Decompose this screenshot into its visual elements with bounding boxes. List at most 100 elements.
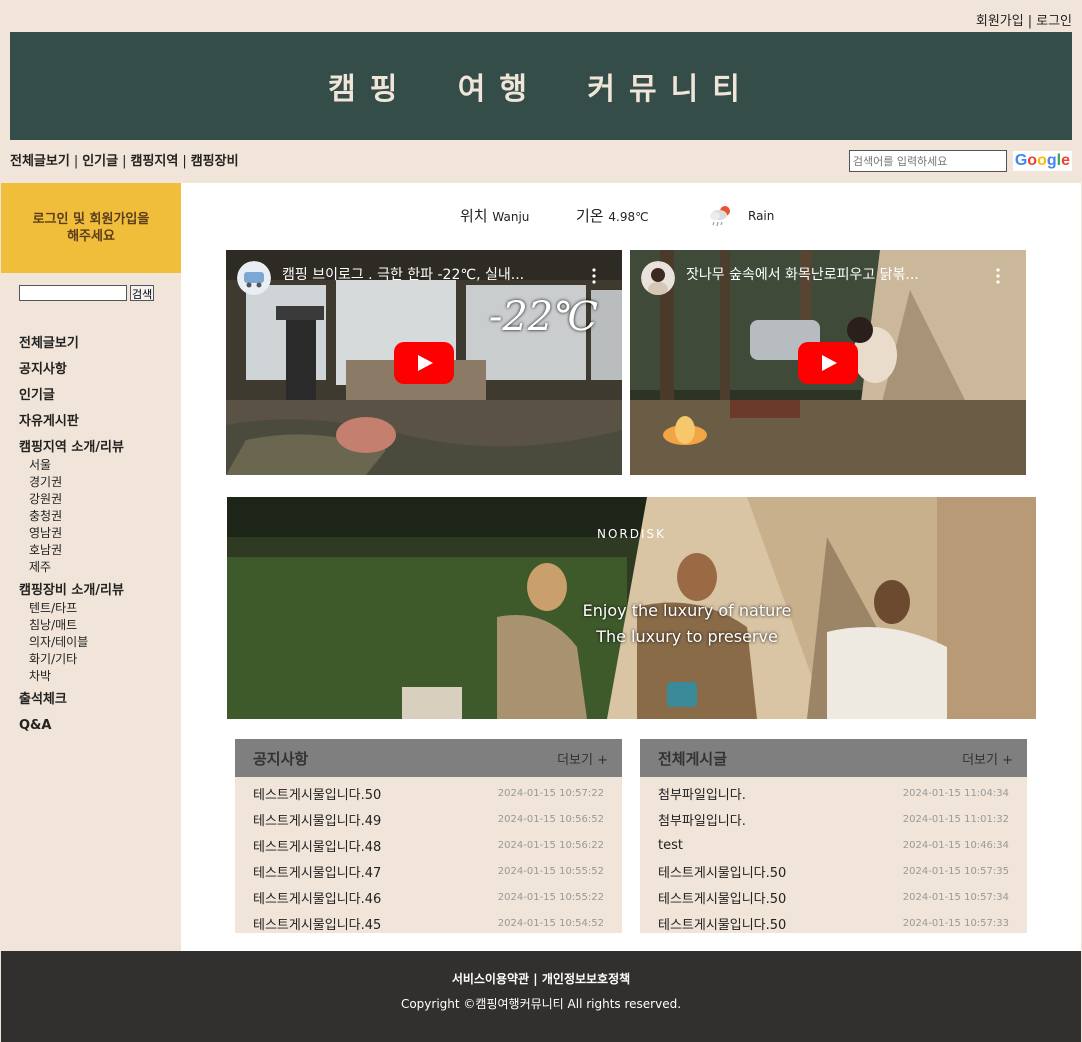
- weather-location: 위치 Wanju: [460, 205, 529, 226]
- sidebar-item-all[interactable]: 전체글보기: [19, 331, 181, 357]
- sidebar-item-popular[interactable]: 인기글: [19, 383, 181, 409]
- video-2-title[interactable]: 잣나무 숲속에서 화목난로피우고 닭볶...: [686, 264, 986, 284]
- youtube-video-2[interactable]: 잣나무 숲속에서 화목난로피우고 닭볶...: [630, 250, 1026, 475]
- channel-avatar-1[interactable]: [237, 261, 271, 295]
- login-prompt-box[interactable]: 로그인 및 회원가입을 해주세요: [1, 183, 181, 273]
- sidebar-subitem-chair-table[interactable]: 의자/테이블: [29, 634, 181, 651]
- sidebar-item-attendance[interactable]: 출석체크: [19, 687, 181, 713]
- post-title[interactable]: 첨부파일입니다.: [658, 784, 746, 803]
- sidebar-item-notice[interactable]: 공지사항: [19, 357, 181, 383]
- post-title[interactable]: 첨부파일입니다.: [658, 810, 746, 829]
- nav-camping-gear[interactable]: 캠핑장비: [191, 154, 239, 169]
- sidebar-item-free-board[interactable]: 자유게시판: [19, 409, 181, 435]
- post-title[interactable]: 테스트게시물입니다.49: [253, 810, 381, 829]
- list-item[interactable]: 테스트게시물입니다.46 2024-01-15 10:55:22: [253, 884, 604, 910]
- all-post-list: 첨부파일입니다. 2024-01-15 11:04:34 첨부파일입니다. 2024…: [640, 777, 1027, 936]
- video-1-overlay-text: -22℃: [488, 294, 598, 340]
- site-banner[interactable]: 캠핑 여행 커뮤니티: [10, 32, 1072, 140]
- weather-location-label: 위치: [460, 207, 488, 225]
- sidebar-subitem-gyeonggi[interactable]: 경기권: [29, 474, 181, 491]
- main-content: 위치 Wanju 기온 4.98℃ Rain -22℃ 캠핑 브이로그 . 극한…: [181, 183, 1081, 951]
- post-date: 2024-01-15 10:56:22: [497, 839, 604, 851]
- post-title[interactable]: 테스트게시물입니다.48: [253, 836, 381, 855]
- sidebar-subitem-honam[interactable]: 호남권: [29, 542, 181, 559]
- list-item[interactable]: 테스트게시물입니다.45 2024-01-15 10:54:52: [253, 910, 604, 936]
- sidebar-subitem-car-camping[interactable]: 차박: [29, 668, 181, 685]
- main-nav: 전체글보기 | 인기글 | 캠핑지역 | 캠핑장비: [10, 150, 239, 169]
- google-search-button[interactable]: Google: [1012, 151, 1072, 171]
- post-date: 2024-01-15 10:55:52: [497, 865, 604, 877]
- sidebar-item-gear: 캠핑장비 소개/리뷰 텐트/타프 침낭/매트 의자/테이블 화기/기타 차박: [19, 578, 181, 685]
- privacy-link[interactable]: 개인정보보호정책: [542, 972, 630, 986]
- post-date: 2024-01-15 10:56:52: [497, 813, 604, 825]
- list-item[interactable]: 첨부파일입니다. 2024-01-15 11:01:32: [658, 806, 1009, 832]
- sidebar-item-region-label[interactable]: 캠핑지역 소개/리뷰: [19, 440, 124, 455]
- google-logo-letter: G: [1014, 152, 1028, 169]
- list-item[interactable]: 테스트게시물입니다.50 2024-01-15 10:57:34: [658, 884, 1009, 910]
- post-title[interactable]: test: [658, 838, 683, 853]
- sidebar-search-button[interactable]: 검색: [130, 285, 155, 301]
- sidebar-subitem-tent[interactable]: 텐트/타프: [29, 600, 181, 617]
- rain-cloud-icon: [710, 206, 730, 227]
- post-title[interactable]: 테스트게시물입니다.50: [658, 914, 786, 933]
- sidebar-subitem-chungcheong[interactable]: 충청권: [29, 508, 181, 525]
- post-title[interactable]: 테스트게시물입니다.50: [658, 862, 786, 881]
- ad-slogan-line2: The luxury to preserve: [596, 627, 778, 646]
- site-title[interactable]: 캠핑 여행 커뮤니티: [328, 64, 754, 108]
- notice-more-link[interactable]: 더보기 +: [557, 749, 608, 768]
- terms-link[interactable]: 서비스이용약관: [452, 972, 529, 986]
- post-date: 2024-01-15 10:46:34: [902, 839, 1009, 851]
- list-item[interactable]: 테스트게시물입니다.48 2024-01-15 10:56:22: [253, 832, 604, 858]
- video-1-title[interactable]: 캠핑 브이로그 . 극한 한파 -22℃, 실내...: [282, 264, 582, 284]
- sidebar-subitem-yeongnam[interactable]: 영남권: [29, 525, 181, 542]
- sidebar-subitem-fire-etc[interactable]: 화기/기타: [29, 651, 181, 668]
- sidebar-search: 검색: [19, 285, 181, 301]
- more-options-icon[interactable]: [592, 268, 596, 284]
- login-prompt-line1: 로그인 및 회원가입을: [32, 212, 150, 227]
- nav-separator: |: [182, 154, 187, 169]
- post-title[interactable]: 테스트게시물입니다.47: [253, 862, 381, 881]
- sidebar-item-qna[interactable]: Q&A: [19, 713, 181, 739]
- signup-link[interactable]: 회원가입: [976, 14, 1024, 29]
- all-posts-board-title[interactable]: 전체게시글: [658, 748, 727, 769]
- post-title[interactable]: 테스트게시물입니다.45: [253, 914, 381, 933]
- nav-separator: |: [122, 154, 127, 169]
- sidebar-search-input[interactable]: [19, 285, 127, 301]
- ad-slogan-line1: Enjoy the luxury of nature: [582, 601, 792, 620]
- list-item[interactable]: 테스트게시물입니다.47 2024-01-15 10:55:52: [253, 858, 604, 884]
- sidebar-subitem-jeju[interactable]: 제주: [29, 559, 181, 576]
- topbar-separator: |: [1027, 14, 1033, 29]
- nav-all-posts[interactable]: 전체글보기: [10, 154, 70, 169]
- notice-board-title[interactable]: 공지사항: [253, 748, 308, 769]
- list-item[interactable]: 첨부파일입니다. 2024-01-15 11:04:34: [658, 780, 1009, 806]
- list-item[interactable]: 테스트게시물입니다.50 2024-01-15 10:57:22: [253, 780, 604, 806]
- sidebar-item-gear-label[interactable]: 캠핑장비 소개/리뷰: [19, 583, 124, 598]
- post-title[interactable]: 테스트게시물입니다.46: [253, 888, 381, 907]
- weather-temp-value: 4.98℃: [608, 210, 649, 224]
- sidebar-menu: 전체글보기 공지사항 인기글 자유게시판 캠핑지역 소개/리뷰 서울 경기권 강…: [19, 331, 181, 739]
- nav-camping-region[interactable]: 캠핑지역: [130, 154, 178, 169]
- more-options-icon[interactable]: [996, 268, 1000, 284]
- weather-temp-label: 기온: [576, 207, 604, 225]
- nordisk-ad-banner[interactable]: NORDISK Enjoy the luxury of nature The l…: [227, 497, 1036, 719]
- post-title[interactable]: 테스트게시물입니다.50: [253, 784, 381, 803]
- sidebar-subitem-sleeping-bag[interactable]: 침낭/매트: [29, 617, 181, 634]
- search-input[interactable]: [848, 150, 1007, 172]
- post-date: 2024-01-15 10:57:22: [497, 787, 604, 799]
- post-title[interactable]: 테스트게시물입니다.50: [658, 888, 786, 907]
- channel-avatar-2[interactable]: [641, 261, 675, 295]
- list-item[interactable]: 테스트게시물입니다.49 2024-01-15 10:56:52: [253, 806, 604, 832]
- all-posts-more-link[interactable]: 더보기 +: [962, 749, 1013, 768]
- list-item[interactable]: 테스트게시물입니다.50 2024-01-15 10:57:35: [658, 858, 1009, 884]
- list-item[interactable]: 테스트게시물입니다.50 2024-01-15 10:57:33: [658, 910, 1009, 936]
- play-button-icon[interactable]: [798, 341, 858, 384]
- youtube-video-1[interactable]: -22℃ 캠핑 브이로그 . 극한 한파 -22℃, 실내...: [226, 250, 622, 475]
- sidebar-subitem-seoul[interactable]: 서울: [29, 457, 181, 474]
- play-button-icon[interactable]: [394, 341, 454, 384]
- weather-temperature: 기온 4.98℃: [576, 205, 649, 226]
- post-date: 2024-01-15 10:57:35: [902, 865, 1009, 877]
- sidebar-subitem-gangwon[interactable]: 강원권: [29, 491, 181, 508]
- list-item[interactable]: test 2024-01-15 10:46:34: [658, 832, 1009, 858]
- login-link[interactable]: 로그인: [1036, 14, 1072, 29]
- nav-popular[interactable]: 인기글: [82, 154, 118, 169]
